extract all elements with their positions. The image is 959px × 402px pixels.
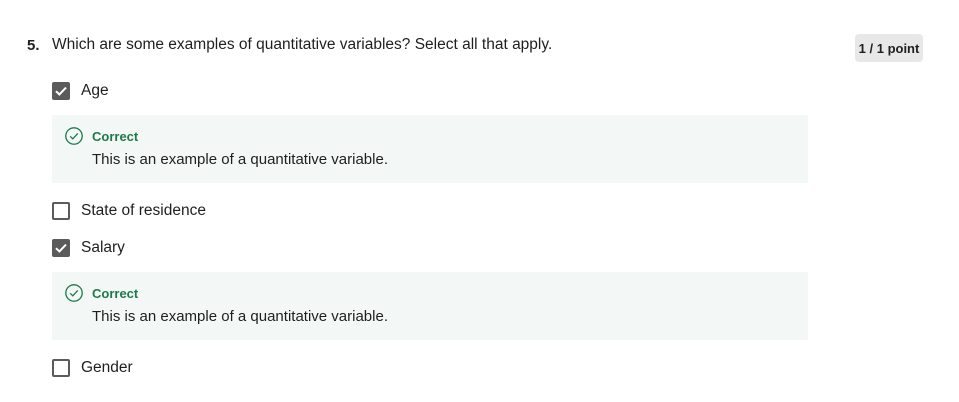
- option-state-of-residence-checkbox[interactable]: [52, 202, 70, 220]
- quiz-question: 5. Which are some examples of quantitati…: [0, 0, 959, 402]
- option-label: State of residence: [81, 202, 206, 219]
- option-label: Gender: [81, 359, 133, 376]
- option-state-of-residence[interactable]: State of residence: [52, 201, 206, 221]
- feedback-age: Correct This is an example of a quantita…: [52, 115, 808, 183]
- option-label: Salary: [81, 239, 125, 256]
- question-text: Which are some examples of quantitative …: [52, 36, 553, 53]
- option-salary-checkbox[interactable]: [52, 239, 70, 257]
- feedback-title: Correct: [92, 129, 139, 144]
- option-label: Age: [81, 82, 109, 99]
- feedback-salary: Correct This is an example of a quantita…: [52, 272, 808, 340]
- check-circle-icon: [65, 284, 83, 302]
- option-gender-checkbox[interactable]: [52, 359, 70, 377]
- option-age-checkbox[interactable]: [52, 82, 70, 100]
- checkmark-icon: [55, 243, 67, 253]
- feedback-title: Correct: [92, 286, 139, 301]
- option-gender[interactable]: Gender: [52, 358, 133, 378]
- feedback-text: This is an example of a quantitative var…: [92, 308, 388, 325]
- option-age[interactable]: Age: [52, 81, 109, 101]
- question-number: 5.: [27, 37, 40, 54]
- feedback-text: This is an example of a quantitative var…: [92, 151, 388, 168]
- check-circle-icon: [65, 127, 83, 145]
- checkmark-icon: [55, 86, 67, 96]
- option-salary[interactable]: Salary: [52, 238, 125, 258]
- points-badge: 1 / 1 point: [855, 34, 923, 62]
